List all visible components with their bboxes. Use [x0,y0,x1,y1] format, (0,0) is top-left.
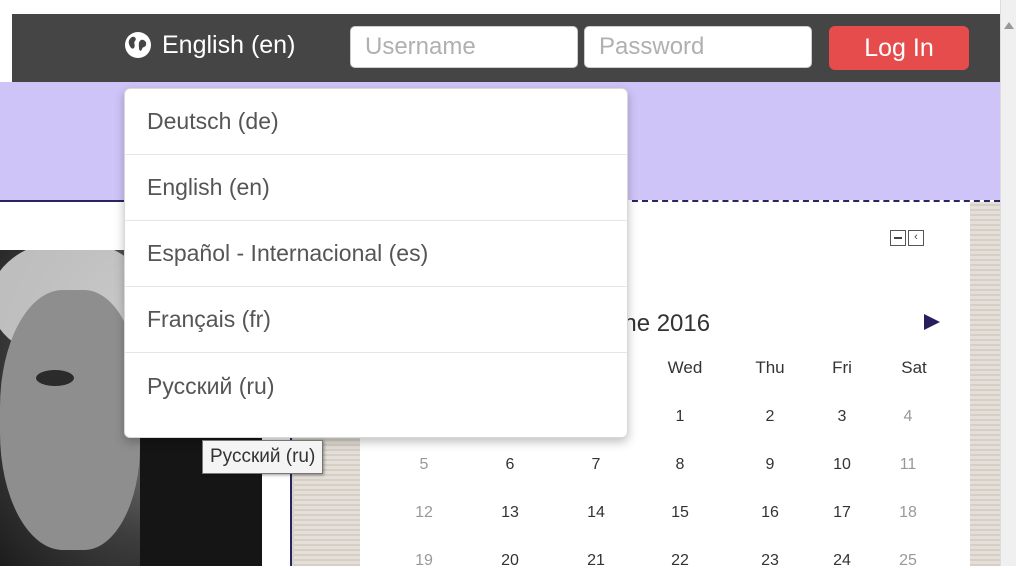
calendar-day-header: Sat [901,358,927,377]
calendar-day[interactable]: 14 [566,504,626,522]
next-month-arrow[interactable] [924,314,940,330]
calendar-day[interactable]: 12 [394,504,454,522]
login-button[interactable]: Log In [829,26,969,70]
username-input[interactable] [350,26,578,68]
calendar-day[interactable]: 17 [812,504,872,522]
language-menu-toggle[interactable]: English (en) [124,28,295,62]
calendar-day[interactable]: 24 [812,552,872,570]
language-dropdown-menu: Deutsch (de) English (en) Español - Inte… [124,88,628,438]
password-input[interactable] [584,26,812,68]
hover-tooltip: Русский (ru) [202,440,324,474]
calendar-day-header: Wed [667,358,703,377]
calendar-day[interactable]: 9 [740,456,800,474]
calendar-day[interactable]: 13 [480,504,540,522]
calendar-day[interactable]: 16 [740,504,800,522]
calendar-day[interactable]: 19 [394,552,454,570]
calendar-day[interactable]: 15 [650,504,710,522]
language-option-de[interactable]: Deutsch (de) [125,89,627,155]
language-option-en[interactable]: English (en) [125,155,627,221]
language-option-ru[interactable]: Русский (ru) [125,353,627,419]
page-scrollbar[interactable] [1000,0,1016,566]
calendar-day[interactable]: 1 [650,408,710,426]
calendar-day[interactable]: 6 [480,456,540,474]
calendar-day[interactable]: 4 [878,408,938,426]
language-current-label: English (en) [162,30,296,59]
portrait-face [0,290,140,550]
calendar-day[interactable]: 20 [480,552,540,570]
portrait-eye [36,370,74,386]
minimize-icon[interactable] [890,230,906,246]
calendar-day[interactable]: 3 [812,408,872,426]
language-option-fr[interactable]: Français (fr) [125,287,627,353]
paper-texture-right [970,202,1000,566]
scroll-up-arrow-icon[interactable] [1004,22,1014,29]
calendar-day[interactable]: 23 [740,552,800,570]
globe-icon [125,32,151,58]
calendar-day[interactable]: 10 [812,456,872,474]
calendar-day[interactable]: 7 [566,456,626,474]
calendar-day[interactable]: 5 [394,456,454,474]
language-option-es[interactable]: Español - Internacional (es) [125,221,627,287]
calendar-day[interactable]: 2 [740,408,800,426]
calendar-day[interactable]: 21 [566,552,626,570]
calendar-day[interactable]: 8 [650,456,710,474]
calendar-day-header: Fri [832,358,852,377]
calendar-day[interactable]: 25 [878,552,938,570]
dock-icon[interactable]: ‹ [908,230,924,246]
calendar-day-header: Thu [755,358,785,377]
calendar-day[interactable]: 11 [878,456,938,474]
calendar-day[interactable]: 22 [650,552,710,570]
calendar-day[interactable]: 18 [878,504,938,522]
